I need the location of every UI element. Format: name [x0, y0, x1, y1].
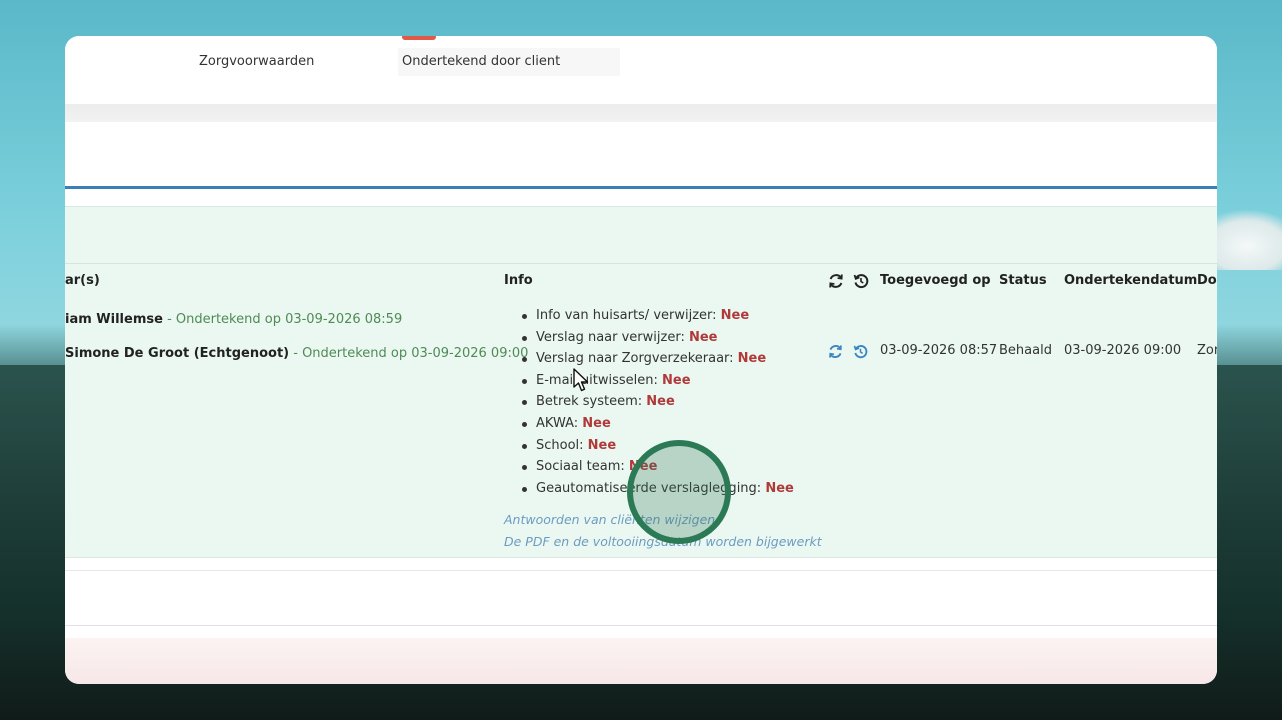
form-row: Zorgvoorwaarden Ondertekend door client — [65, 36, 1217, 104]
signer-name: iam Willemse — [65, 312, 163, 327]
click-indicator — [627, 440, 731, 544]
footer-section — [65, 638, 1217, 684]
signer-row: Simone De Groot (Echtgenoot) - Onderteke… — [65, 344, 528, 364]
app-window: Zorgvoorwaarden Ondertekend door client … — [65, 36, 1217, 684]
col-header-signers[interactable]: ar(s) — [65, 271, 100, 291]
list-item: Verslag naar verwijzer: Nee — [520, 327, 794, 349]
col-header-doc[interactable]: Do — [1197, 271, 1217, 291]
history-icon[interactable] — [853, 344, 868, 359]
signer-signed: - Ondertekend op 03-09-2026 08:59 — [162, 312, 403, 327]
list-item: AKWA: Nee — [520, 413, 794, 435]
list-item: Info van huisarts/ verwijzer: Nee — [520, 305, 794, 327]
signer-signed: - Ondertekend op 03-09-2026 09:00 — [289, 346, 529, 361]
cell-status: Behaald — [999, 343, 1052, 358]
cell-doc[interactable]: Zor — [1197, 341, 1217, 361]
list-item: E-mail uitwisselen: Nee — [520, 370, 794, 392]
tab-underline — [65, 186, 1217, 189]
mouse-cursor-icon — [573, 368, 589, 392]
form-label: Zorgvoorwaarden — [199, 54, 315, 69]
list-item: Verslag naar Zorgverzekeraar: Nee — [520, 348, 794, 370]
col-header-info[interactable]: Info — [504, 271, 533, 291]
signer-row: iam Willemse - Ondertekend op 03-09-2026… — [65, 310, 402, 330]
section-divider — [65, 104, 1217, 122]
form-value: Ondertekend door client — [398, 48, 620, 76]
refresh-icon[interactable] — [828, 344, 843, 359]
col-header-added[interactable]: Toegevoegd op — [880, 271, 991, 291]
empty-section — [65, 570, 1217, 626]
history-icon[interactable] — [853, 273, 869, 289]
cell-added: 03-09-2026 08:57 — [880, 343, 998, 358]
cell-signed-date: 03-09-2026 09:00 — [1064, 343, 1182, 358]
refresh-icon[interactable] — [828, 273, 844, 289]
list-item: Betrek systeem: Nee — [520, 391, 794, 413]
panel-separator — [65, 263, 1217, 264]
signer-name: Simone De Groot (Echtgenoot) — [65, 346, 290, 361]
col-header-signed-date[interactable]: Ondertekendatum — [1064, 271, 1197, 291]
status-tag — [402, 36, 436, 40]
col-header-status[interactable]: Status — [999, 271, 1047, 291]
